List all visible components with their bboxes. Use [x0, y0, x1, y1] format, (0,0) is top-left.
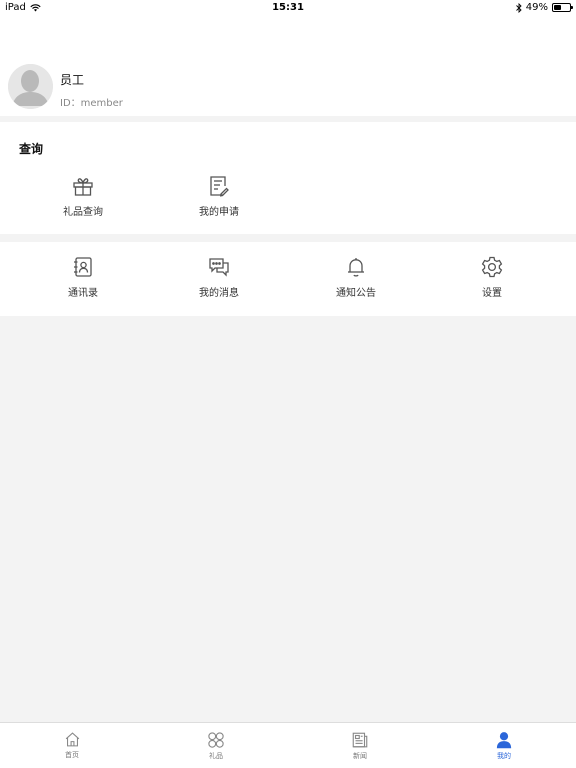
tab-bar: 首页 礼品 新闻 我的	[0, 722, 576, 768]
tab-gifts[interactable]: 礼品	[186, 731, 246, 767]
tools-section: 通讯录 我的消息 通知公告 设置	[0, 242, 576, 316]
contacts-icon	[74, 257, 92, 277]
contacts-button[interactable]: 通讯录	[38, 255, 128, 305]
tab-home[interactable]: 首页	[42, 731, 102, 767]
clock: 15:31	[272, 2, 304, 13]
newspaper-icon	[352, 732, 368, 748]
gift-icon	[73, 178, 93, 196]
messages-icon	[209, 258, 229, 277]
my-application-label: 我的申请	[199, 207, 239, 218]
contacts-label: 通讯录	[68, 288, 98, 299]
application-form-icon	[210, 176, 229, 197]
bell-icon	[348, 258, 364, 277]
section-title: 查询	[19, 142, 44, 156]
battery-icon	[552, 3, 573, 12]
tab-home-label: 首页	[65, 751, 79, 759]
battery-percent: 49%	[525, 2, 548, 13]
bluetooth-icon	[515, 2, 522, 13]
tab-gifts-label: 礼品	[209, 752, 223, 760]
status-bar: iPad 15:31 49%	[0, 0, 576, 16]
settings-label: 设置	[482, 288, 502, 299]
user-icon	[496, 732, 512, 749]
profile-card[interactable]: 员工 ID：member	[0, 16, 576, 116]
user-id-value: member	[80, 98, 123, 109]
my-messages-button[interactable]: 我的消息	[174, 255, 264, 305]
default-avatar-icon	[8, 64, 53, 109]
tab-news-label: 新闻	[353, 752, 367, 760]
battery-level	[554, 5, 562, 10]
gift-query-label: 礼品查询	[63, 207, 103, 218]
my-messages-label: 我的消息	[199, 288, 239, 299]
query-section: 查询 礼品查询 我的申请	[0, 122, 576, 234]
home-icon	[65, 732, 79, 747]
settings-button[interactable]: 设置	[447, 255, 537, 305]
gift-query-button[interactable]: 礼品查询	[38, 174, 128, 224]
app-screen: iPad 15:31 49% 员工 ID：member 查询 礼品查询 我的申请…	[0, 0, 576, 768]
tab-news[interactable]: 新闻	[330, 731, 390, 767]
notice-label: 通知公告	[336, 288, 376, 299]
user-id-label: ID：	[60, 98, 81, 109]
gear-icon	[481, 256, 503, 278]
gift-grid-icon	[208, 732, 224, 748]
user-name: 员工	[60, 73, 85, 87]
user-id: ID：member	[60, 94, 123, 109]
avatar[interactable]	[8, 64, 53, 109]
tab-mine-label: 我的	[497, 752, 511, 760]
my-application-button[interactable]: 我的申请	[174, 174, 264, 224]
notice-button[interactable]: 通知公告	[311, 255, 401, 305]
tab-mine[interactable]: 我的	[474, 731, 534, 767]
